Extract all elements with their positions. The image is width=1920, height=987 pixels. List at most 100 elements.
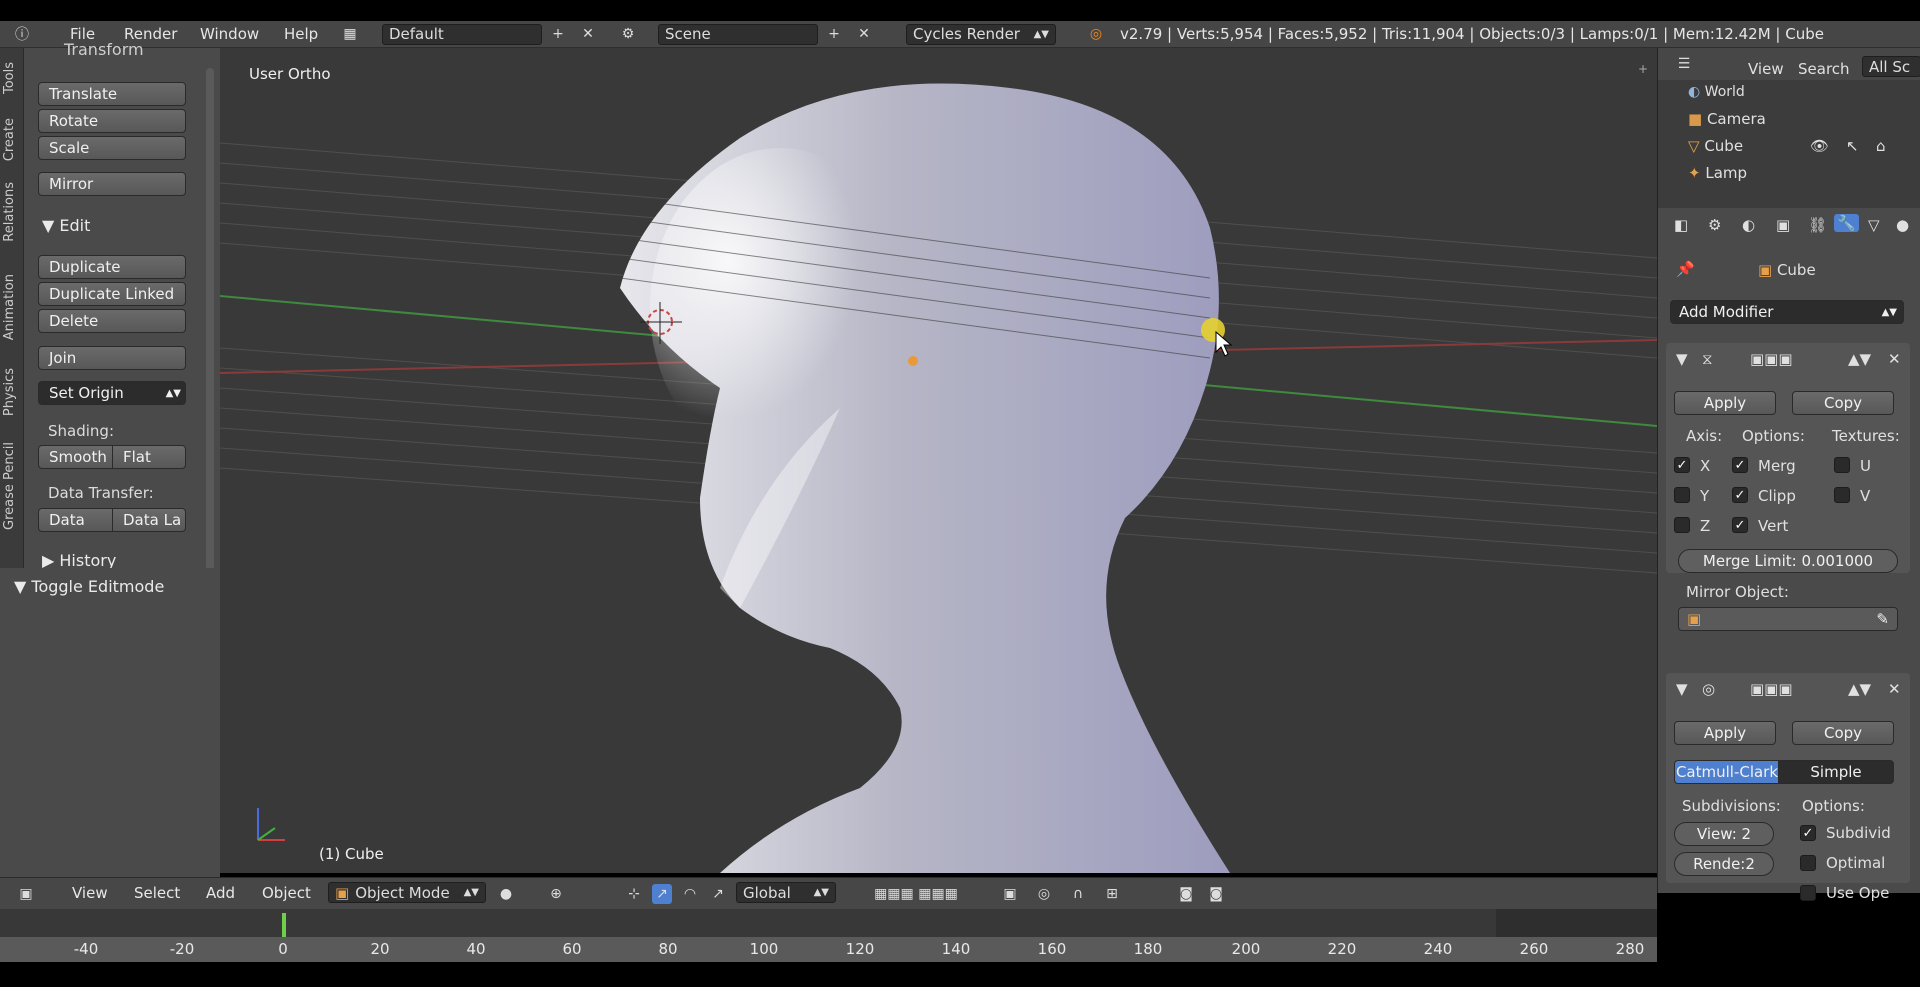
simple-button[interactable]: Simple — [1778, 760, 1894, 784]
smooth-button[interactable]: Smooth — [38, 445, 114, 469]
render-levels-field[interactable]: Rende:2 — [1674, 852, 1774, 876]
subsurf-display-icons[interactable]: ▣▣▣ — [1750, 680, 1793, 698]
render-tab-icon[interactable]: ◧ — [1674, 216, 1688, 234]
visibility-eye-icon[interactable]: 👁 — [1810, 137, 1829, 155]
outliner-item-camera[interactable]: ■ Camera — [1688, 110, 1766, 128]
clipping-checkbox[interactable]: ✓ — [1732, 487, 1748, 503]
subdivide-uvs-checkbox[interactable]: ✓ — [1800, 825, 1816, 841]
toggle-editmode-header[interactable]: ▼ Toggle Editmode — [14, 577, 164, 596]
tex-u-checkbox[interactable] — [1834, 457, 1850, 473]
merge-limit-field[interactable]: Merge Limit: 0.001000 — [1678, 549, 1898, 573]
opengl-anim-icon[interactable]: ◙ — [1206, 884, 1226, 904]
pivot-point-icon[interactable]: ⊕ — [546, 884, 566, 904]
viewport-expand-icon[interactable]: + — [1638, 62, 1648, 76]
add-layout-icon[interactable]: + — [548, 24, 568, 44]
tab-grease-pencil[interactable]: Grease Pencil — [2, 442, 22, 530]
rotate-button[interactable]: Rotate — [38, 109, 186, 133]
render-layer-icon[interactable]: ▣ — [1000, 884, 1020, 904]
opengl-render-icon[interactable]: ◙ — [1176, 884, 1196, 904]
select-arrow-icon[interactable]: ↖ — [1846, 137, 1859, 155]
3d-viewport[interactable]: User Ortho (1) Cube + — [220, 48, 1657, 873]
scene-tab-icon[interactable]: ⚙ — [1708, 216, 1721, 234]
close-scene-icon[interactable]: ✕ — [854, 24, 874, 44]
snap-icon[interactable]: ∩ — [1068, 884, 1088, 904]
data-button[interactable]: Data — [38, 508, 114, 532]
axis-x-checkbox[interactable]: ✓ — [1674, 457, 1690, 473]
scene-select[interactable]: Scene — [658, 23, 818, 45]
tab-create[interactable]: Create — [2, 118, 22, 161]
rotate-manip-icon[interactable]: ◠ — [680, 884, 700, 904]
mirror-button[interactable]: Mirror — [38, 172, 186, 196]
modifier-display-icons[interactable]: ▣▣▣ — [1750, 350, 1793, 368]
edit-header[interactable]: ▼ Edit — [42, 216, 90, 235]
close-layout-icon[interactable]: ✕ — [578, 24, 598, 44]
pin-icon[interactable]: 📌 — [1676, 260, 1695, 278]
header-select-menu[interactable]: Select — [134, 884, 180, 902]
view-levels-field[interactable]: View: 2 — [1674, 822, 1774, 846]
set-origin-button[interactable]: Set Origin ▲▼ — [38, 381, 186, 405]
duplicate-linked-button[interactable]: Duplicate Linked — [38, 282, 186, 306]
timeline-ruler[interactable]: -40 -20 0 20 40 60 80 100 120 140 160 18… — [0, 937, 1657, 962]
tab-physics[interactable]: Physics — [2, 368, 22, 416]
flat-button[interactable]: Flat — [112, 445, 186, 469]
translate-button[interactable]: Translate — [38, 82, 186, 106]
subsurf-apply-button[interactable]: Apply — [1674, 721, 1776, 745]
mirror-object-field[interactable]: ▣ ✎ — [1678, 607, 1898, 631]
subsurf-remove-icon[interactable]: ✕ — [1888, 680, 1901, 698]
transform-header[interactable]: Transform — [64, 40, 144, 59]
eyedropper-icon[interactable]: ✎ — [1876, 610, 1889, 628]
subsurf-collapse-icon[interactable]: ▼ — [1676, 680, 1688, 698]
proportional-edit-icon[interactable]: ◎ — [1034, 884, 1054, 904]
tab-animation[interactable]: Animation — [2, 274, 22, 340]
mode-select[interactable]: ▣ Object Mode ▲▼ — [328, 882, 486, 903]
axis-y-checkbox[interactable] — [1674, 487, 1690, 503]
outliner-item-world[interactable]: ◐ World — [1688, 84, 1745, 100]
info-editor-icon[interactable]: ⓘ — [12, 24, 32, 44]
orientation-select[interactable]: Global ▲▼ — [736, 882, 836, 903]
optimal-display-checkbox[interactable] — [1800, 855, 1816, 871]
add-scene-icon[interactable]: + — [824, 24, 844, 44]
outliner-display-select[interactable]: All Sc — [1862, 56, 1920, 77]
move-up-down-icon[interactable]: ▲▼ — [1848, 350, 1871, 368]
use-opensubdiv-checkbox[interactable] — [1800, 885, 1816, 901]
scale-button[interactable]: Scale — [38, 136, 186, 160]
material-tab-icon[interactable]: ● — [1896, 216, 1909, 234]
subsurf-copy-button[interactable]: Copy — [1792, 721, 1894, 745]
outliner-view-menu[interactable]: View — [1748, 60, 1784, 78]
scale-manip-icon[interactable]: ↗ — [708, 884, 728, 904]
merge-checkbox[interactable]: ✓ — [1732, 457, 1748, 473]
add-modifier-select[interactable]: Add Modifier ▲▼ — [1670, 300, 1904, 324]
scene-icon[interactable]: ⚙ — [618, 24, 638, 44]
outliner-item-cube[interactable]: ▽ Cube — [1688, 137, 1743, 155]
toolshelf-scrollbar[interactable] — [206, 68, 214, 608]
outliner-editor-icon[interactable]: ☰ — [1674, 54, 1694, 74]
header-view-menu[interactable]: View — [72, 884, 108, 902]
mirror-collapse-icon[interactable]: ▼ — [1676, 350, 1688, 368]
layout-icon[interactable]: ▦ — [340, 24, 360, 44]
manipulator-icon[interactable]: ⊹ — [624, 884, 644, 904]
header-add-menu[interactable]: Add — [206, 884, 235, 902]
axis-z-checkbox[interactable] — [1674, 517, 1690, 533]
viewport-shading-icon[interactable]: ● — [496, 884, 516, 904]
editor-type-icon[interactable]: ▣ — [16, 884, 36, 904]
delete-button[interactable]: Delete — [38, 309, 186, 333]
menu-help[interactable]: Help — [284, 25, 318, 43]
render-engine-select[interactable]: Cycles Render ▲▼ — [906, 23, 1056, 45]
join-button[interactable]: Join — [38, 346, 186, 370]
world-tab-icon[interactable]: ◐ — [1742, 216, 1755, 234]
vertex-groups-checkbox[interactable]: ✓ — [1732, 517, 1748, 533]
layers-icon[interactable]: ▦▦▦ ▦▦▦ — [846, 884, 986, 904]
data-tab-icon[interactable]: ▽ — [1868, 216, 1880, 234]
tab-tools[interactable]: Tools — [2, 62, 22, 94]
translate-manip-icon[interactable]: ↗ — [652, 884, 672, 904]
duplicate-button[interactable]: Duplicate — [38, 255, 186, 279]
header-object-menu[interactable]: Object — [262, 884, 311, 902]
mirror-apply-button[interactable]: Apply — [1674, 391, 1776, 415]
tex-v-checkbox[interactable] — [1834, 487, 1850, 503]
constraints-tab-icon[interactable]: ⛓ — [1808, 216, 1827, 234]
object-origin[interactable] — [908, 356, 918, 366]
catmull-clark-button[interactable]: Catmull-Clark — [1674, 760, 1780, 784]
snap-element-icon[interactable]: ⊞ — [1102, 884, 1122, 904]
outliner-search-menu[interactable]: Search — [1798, 60, 1850, 78]
data-la-button[interactable]: Data La — [112, 508, 186, 532]
